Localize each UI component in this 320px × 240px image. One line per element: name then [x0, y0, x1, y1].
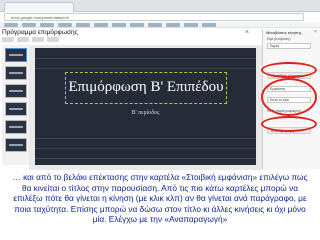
bookmark-item[interactable]: [166, 23, 180, 27]
slide-title: Επιμόρφωση Β' Επιπέδου: [68, 79, 224, 95]
transition-select[interactable]: Καμία: [267, 43, 311, 49]
bookmark-item[interactable]: [112, 23, 126, 27]
toolbar-button[interactable]: [32, 37, 44, 42]
bookmark-item[interactable]: [94, 23, 108, 27]
slide-thumbnail[interactable]: [5, 48, 27, 62]
bookmark-item[interactable]: [22, 23, 36, 27]
slide-canvas: Επιμόρφωση Β' Επιπέδου Β' περίοδος: [29, 45, 262, 170]
caption-text: … και από το βελάκι επέκτασης στην καρτέ…: [0, 171, 320, 240]
panel-close-button[interactable]: ×: [314, 29, 317, 35]
toolbar-button[interactable]: [17, 37, 29, 42]
transition-header: Εφέ μετάβασης: [267, 37, 291, 41]
annotation-ring-options: [261, 78, 317, 116]
bookmarks-bar: [0, 22, 320, 28]
slide-title-box[interactable]: Επιμόρφωση Β' Επιπέδου: [65, 72, 227, 104]
slide-thumbnail[interactable]: [5, 84, 27, 98]
dialog-title: Πρόγραμμα επιμόρφωσης: [2, 29, 78, 36]
bookmark-item[interactable]: [76, 23, 90, 27]
panel-title: Μεταβάσεις κίνησης: [266, 30, 302, 35]
toolbar-button[interactable]: [47, 37, 59, 42]
bookmark-item[interactable]: [184, 23, 198, 27]
slide-thumbnail[interactable]: [5, 138, 27, 152]
toolbar-button[interactable]: [2, 37, 14, 42]
slide-thumbnail[interactable]: [5, 120, 27, 134]
browser-tab-bar: [0, 0, 320, 12]
browser-tab[interactable]: [4, 2, 74, 12]
annotation-ring-add-animation: [261, 62, 317, 78]
slide-thumbnail[interactable]: [5, 66, 27, 80]
slide-subtitle: Β' περίοδος: [131, 110, 160, 116]
bookmark-item[interactable]: [202, 23, 216, 27]
current-slide[interactable]: Επιμόρφωση Β' Επιπέδου Β' περίοδος: [35, 48, 256, 165]
bookmark-item[interactable]: [148, 23, 162, 27]
address-bar[interactable]: docs.google.com/presentation/d/: [4, 13, 304, 21]
bookmark-item[interactable]: [130, 23, 144, 27]
bookmark-item[interactable]: [58, 23, 72, 27]
slide-thumbnail-strip: [2, 45, 29, 165]
dialog-toolbar: [2, 37, 260, 43]
bookmark-item[interactable]: [4, 23, 18, 27]
dialog-close-button[interactable]: ×: [245, 29, 249, 36]
bookmark-item[interactable]: [40, 23, 54, 27]
annotation-ring-play: [261, 116, 317, 132]
slide-thumbnail[interactable]: [5, 102, 27, 116]
